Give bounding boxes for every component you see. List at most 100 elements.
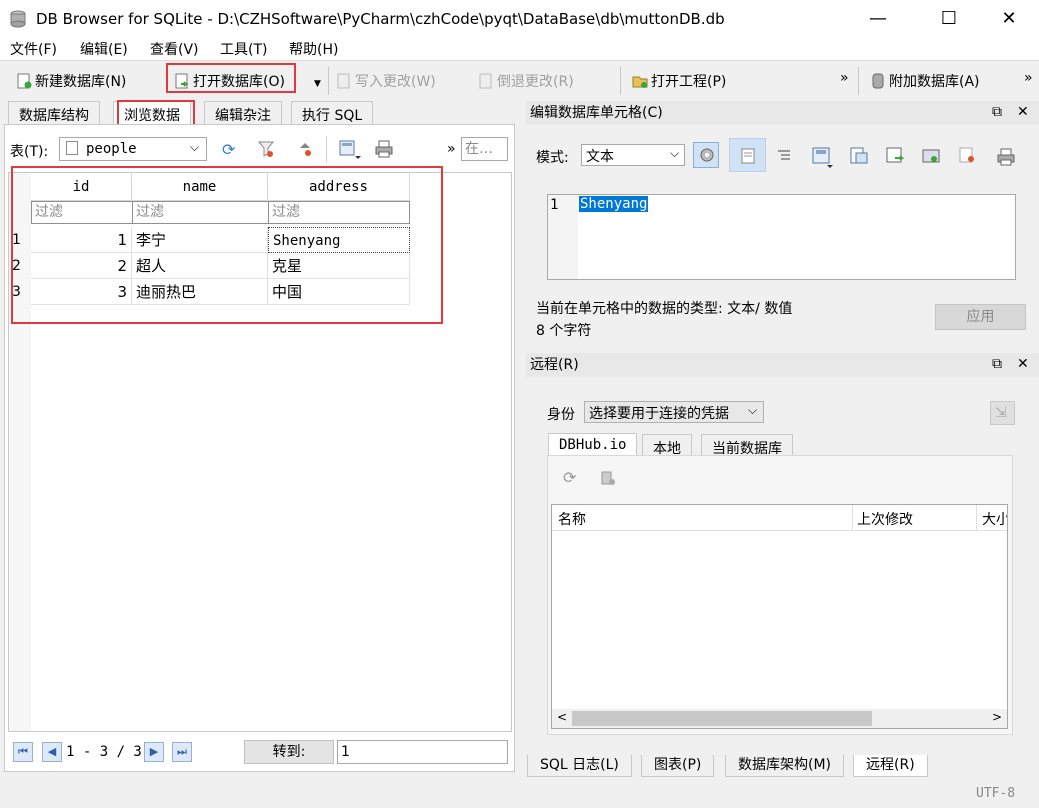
clone-icon[interactable] (600, 470, 616, 490)
open-project-label: 打开工程(P) (651, 74, 727, 90)
import-icon[interactable] (812, 147, 834, 175)
scrollbar-thumb[interactable] (572, 711, 872, 726)
toolbar-overflow-right[interactable]: » (1024, 70, 1033, 86)
cell-editor[interactable]: 1 Shenyang (547, 194, 1016, 280)
line-number: 1 (550, 197, 559, 213)
mode-label: 模式: (536, 150, 569, 166)
tab-edit-pragmas[interactable]: 编辑杂注 (204, 101, 282, 125)
menu-file[interactable]: 文件(F) (10, 39, 57, 59)
edit-cell-dock-title: 编辑数据库单元格(C) (526, 101, 1039, 125)
write-changes-icon (336, 73, 352, 89)
window-title: DB Browser for SQLite - D:\CZHSoftware\P… (36, 10, 725, 28)
refresh-icon[interactable]: ⟳ (222, 140, 235, 159)
previous-page-icon[interactable]: ◀ (42, 742, 62, 762)
find-input[interactable]: 在… (461, 137, 508, 161)
open-project-button[interactable]: 打开工程(P) (632, 69, 726, 93)
print-icon[interactable] (375, 140, 393, 162)
revert-changes-label: 倒退更改(R) (497, 74, 574, 90)
tab-execute-sql[interactable]: 执行 SQL (291, 101, 374, 125)
remote-connect-button[interactable]: ⇲ (990, 401, 1015, 425)
column-header-size[interactable]: 大小 (982, 509, 1007, 529)
dock-float-icon[interactable]: ⧉ (992, 104, 1002, 120)
attach-database-label: 附加数据库(A) (889, 74, 980, 90)
goto-button[interactable]: 转到: (244, 740, 334, 764)
menu-tools[interactable]: 工具(T) (220, 39, 267, 59)
new-database-icon (16, 73, 32, 89)
toolbar-separator (858, 67, 859, 95)
cell-editor-text[interactable]: Shenyang (579, 196, 649, 212)
mode-select[interactable]: 文本 ⌵ (581, 144, 685, 166)
tab-db-schema[interactable]: 数据库架构(M) (725, 755, 845, 777)
table-icon (66, 141, 78, 155)
revert-changes-icon (478, 73, 494, 89)
tab-current-database[interactable]: 当前数据库 (701, 434, 793, 457)
export-icon[interactable] (850, 147, 868, 169)
next-page-icon[interactable]: ▶ (144, 742, 164, 762)
close-button[interactable]: ✕ (986, 0, 1032, 38)
image-icon[interactable] (922, 147, 940, 169)
tab-remote[interactable]: 远程(R) (853, 755, 928, 777)
print-cell-icon[interactable] (997, 148, 1015, 170)
remote-title: 远程(R) (530, 357, 579, 373)
first-page-icon[interactable]: ⏮ (13, 742, 33, 762)
scroll-right-icon[interactable]: > (992, 710, 1002, 724)
tab-plot[interactable]: 图表(P) (641, 755, 715, 777)
tab-database-structure[interactable]: 数据库结构 (8, 101, 100, 125)
open-database-dropdown-arrow-icon[interactable]: ▼ (314, 79, 321, 89)
remote-file-list[interactable]: 名称 上次修改 大小 < > (551, 504, 1008, 729)
menu-edit[interactable]: 编辑(E) (80, 39, 128, 59)
open-database-label: 打开数据库(O) (193, 74, 285, 90)
refresh-icon[interactable]: ⟳ (563, 468, 576, 487)
horizontal-scrollbar[interactable]: < > (552, 709, 1007, 728)
app-icon (10, 10, 26, 28)
auto-switch-mode-button[interactable] (693, 142, 719, 168)
identity-select[interactable]: 选择要用于连接的凭据 ⌵ (584, 401, 764, 423)
attach-database-button[interactable]: 附加数据库(A) (870, 69, 980, 93)
goto-input[interactable]: 1 (337, 740, 508, 764)
toolbar-overflow-left[interactable]: » (840, 70, 849, 86)
chevron-down-icon: ⌵ (190, 140, 200, 154)
column-divider (852, 505, 853, 531)
browse-toolbar-overflow[interactable]: » (447, 141, 456, 157)
dock-close-icon[interactable]: ✕ (1017, 356, 1029, 372)
dock-float-icon[interactable]: ⧉ (992, 356, 1002, 372)
minimize-button[interactable]: — (855, 0, 901, 38)
new-database-label: 新建数据库(N) (35, 74, 127, 90)
tab-local[interactable]: 本地 (642, 434, 692, 457)
encoding-indicator: UTF-8 (976, 786, 1016, 801)
menu-bar: 文件(F) 编辑(E) 查看(V) 工具(T) 帮助(H) (0, 38, 1039, 60)
save-table-icon[interactable] (339, 140, 361, 166)
set-null-icon[interactable] (886, 147, 905, 169)
clear-cell-icon[interactable] (959, 147, 977, 169)
toolbar-separator (328, 67, 329, 95)
new-database-button[interactable]: 新建数据库(N) (16, 69, 126, 93)
word-wrap-toggle[interactable] (729, 138, 766, 172)
clear-filters-icon[interactable] (257, 140, 275, 162)
open-project-icon (632, 73, 648, 89)
last-page-icon[interactable]: ⏭ (172, 742, 192, 762)
scroll-left-icon[interactable]: < (557, 710, 567, 724)
pagination-info: 1 - 3 / 3 (66, 744, 142, 760)
column-header-name[interactable]: 名称 (558, 509, 586, 529)
dock-close-icon[interactable]: ✕ (1017, 104, 1029, 120)
menu-view[interactable]: 查看(V) (150, 39, 199, 59)
tab-dbhub-label: DBHub.io (559, 437, 627, 453)
open-database-button[interactable]: 打开数据库(O) (174, 69, 285, 93)
maximize-button[interactable]: ☐ (926, 0, 972, 38)
sort-clear-icon[interactable] (297, 140, 313, 162)
remote-list-header (552, 505, 1007, 531)
auto-format-icon (699, 147, 715, 167)
column-header-last-modified[interactable]: 上次修改 (857, 509, 913, 529)
write-changes-button[interactable]: 写入更改(W) (336, 69, 436, 93)
indent-icon[interactable] (776, 149, 792, 167)
table-select[interactable]: people ⌵ (59, 137, 207, 161)
title-bar: DB Browser for SQLite - D:\CZHSoftware\P… (0, 0, 1039, 38)
connect-icon: ⇲ (995, 405, 1007, 421)
data-table-highlight (11, 166, 443, 324)
revert-changes-button[interactable]: 倒退更改(R) (478, 69, 574, 93)
tab-sql-log[interactable]: SQL 日志(L) (527, 755, 632, 777)
tab-dbhub[interactable]: DBHub.io (548, 433, 638, 456)
menu-help[interactable]: 帮助(H) (289, 39, 338, 59)
cell-size-info: 8 个字符 (536, 323, 592, 339)
apply-button[interactable]: 应用 (935, 304, 1026, 330)
